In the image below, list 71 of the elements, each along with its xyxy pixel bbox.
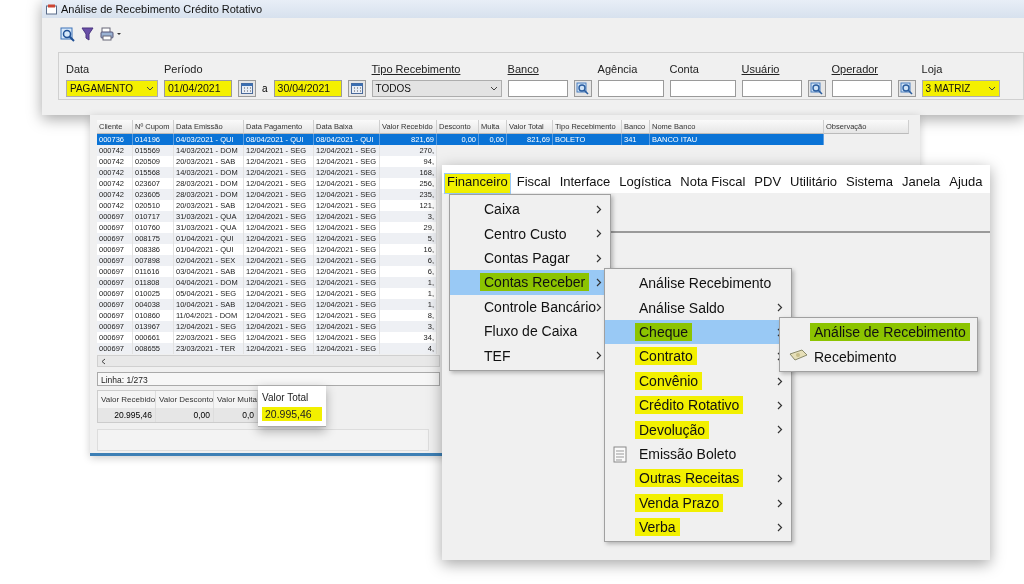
menu-bar-item[interactable]: Janela <box>900 174 943 193</box>
document-icon <box>613 445 627 463</box>
summary-value: 0,0 <box>214 408 258 422</box>
filter-icon[interactable] <box>81 27 94 41</box>
menu-bar-item[interactable]: Sistema <box>844 174 895 193</box>
summary-header: Valor Multa <box>214 391 258 408</box>
menu-item[interactable]: Análise Saldo <box>605 295 791 320</box>
menu-item[interactable]: Outras Receitas <box>605 466 791 491</box>
date-field[interactable]: 01/04/2021 <box>164 80 232 97</box>
field-label: Agência <box>597 63 639 75</box>
calendar-icon <box>241 83 253 94</box>
row-counter: Linha: 1/273 <box>97 372 440 386</box>
menu-item[interactable]: Crédito Rotativo <box>605 392 791 418</box>
menu-item[interactable]: Convênio <box>605 368 791 393</box>
menu-item[interactable]: Recebimento <box>780 344 977 369</box>
search-icon <box>576 82 590 95</box>
search-icon <box>810 82 824 95</box>
search-button[interactable] <box>897 80 916 97</box>
banknote-icon <box>788 348 808 363</box>
input-field[interactable] <box>831 80 892 97</box>
field-label: Conta <box>669 63 700 75</box>
app-icon <box>46 3 57 15</box>
menu-item[interactable]: Caixa <box>450 197 610 222</box>
caret-icon <box>987 86 996 91</box>
search-icon <box>900 82 914 95</box>
total-value: 20.995,46 <box>262 407 322 421</box>
menu-bar-item[interactable]: Fiscal <box>514 174 553 193</box>
menu-bar-item[interactable]: Nota Fiscal <box>678 174 748 193</box>
menu-bar-item[interactable]: Interface <box>557 174 613 193</box>
field-link[interactable]: Banco <box>507 63 592 75</box>
range-separator: a <box>262 83 268 94</box>
menu-bar-item[interactable]: Logística <box>617 174 674 193</box>
summary-value: 20.995,46 <box>98 408 156 422</box>
menu-item[interactable]: Devolução <box>605 417 791 442</box>
input-field[interactable] <box>669 80 736 97</box>
calendar-button[interactable] <box>347 80 366 97</box>
menu-bar-item[interactable]: PDV <box>752 174 784 193</box>
summary-header: Valor Desconto <box>156 391 214 408</box>
caret-icon <box>489 86 498 91</box>
menu-item[interactable]: Venda Prazo <box>605 490 791 515</box>
total-label: Valor Total <box>262 392 310 403</box>
scroll-left-icon[interactable] <box>101 357 106 365</box>
calendar-button[interactable] <box>238 80 256 97</box>
search-icon[interactable] <box>60 26 75 42</box>
dropdown[interactable]: PAGAMENTO <box>66 80 158 97</box>
menu-bar-item[interactable]: Financeiro <box>445 174 510 193</box>
field-label: Data <box>66 63 91 75</box>
menu-item[interactable]: Emissão Boleto <box>605 441 791 467</box>
menu-bar-item[interactable]: Utilitário <box>788 174 840 193</box>
caret-icon <box>146 86 154 91</box>
printer-icon[interactable] <box>100 27 122 41</box>
field-label: Loja <box>921 63 944 75</box>
search-button[interactable] <box>807 80 826 97</box>
search-button[interactable] <box>573 80 592 97</box>
summary-header: Valor Recebido <box>98 391 156 408</box>
input-field[interactable] <box>741 80 802 97</box>
field-label: Período <box>164 63 204 75</box>
window-title: Análise de Recebimento Crédito Rotativo <box>61 3 263 15</box>
date-field[interactable]: 30/04/2021 <box>273 80 342 97</box>
summary-value: 0,00 <box>156 408 214 422</box>
calendar-icon <box>350 83 363 94</box>
field-link[interactable]: Usuário <box>741 63 826 75</box>
input-field[interactable] <box>597 80 664 97</box>
horizontal-scrollbar[interactable] <box>97 355 440 367</box>
menu-bar-item[interactable]: Ajuda <box>947 174 985 193</box>
menu-item[interactable]: Verba <box>605 514 791 540</box>
menu-item[interactable]: Contas Pagar <box>450 245 610 271</box>
field-link[interactable]: Operador <box>831 63 916 75</box>
dropdown[interactable]: 3 MATRIZ <box>921 80 1000 97</box>
input-field[interactable] <box>507 80 568 97</box>
menu-item[interactable]: Centro Custo <box>450 221 610 246</box>
